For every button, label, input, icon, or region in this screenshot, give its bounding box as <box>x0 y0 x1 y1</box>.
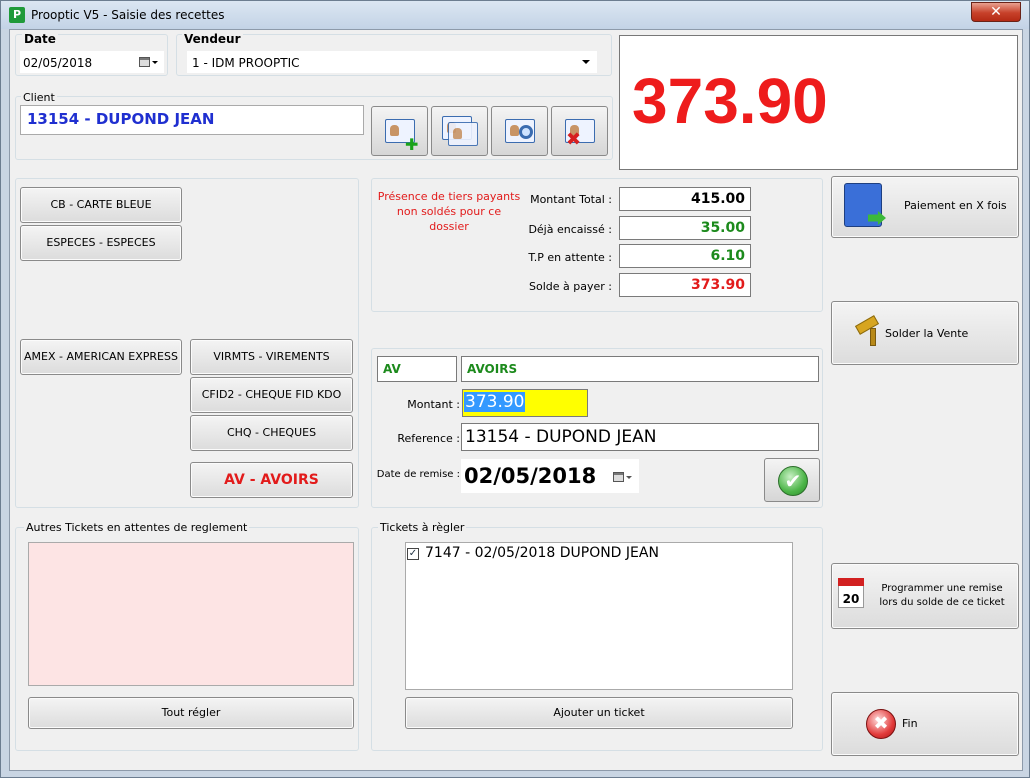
deja-encaisse-value: 35.00 <box>619 216 751 240</box>
tout-regler-button[interactable]: Tout régler <box>28 697 354 729</box>
fin-label: Fin <box>902 717 918 730</box>
vendeur-label: Vendeur <box>182 32 243 46</box>
vendeur-select[interactable]: 1 - IDM PROOPTIC <box>187 51 597 73</box>
entry-group: AV AVOIRS Montant : 373.90 Reference : 1… <box>371 348 823 508</box>
date-label: Date <box>22 32 58 46</box>
cb-button[interactable]: CB - CARTE BLEUE <box>20 187 182 223</box>
cfid2-label: CFID2 - CHEQUE FID KDO <box>201 388 342 401</box>
tickets-regler-list: ✓ 7147 - 02/05/2018 DUPOND JEAN <box>405 542 793 690</box>
vendeur-group: Vendeur 1 - IDM PROOPTIC <box>176 32 612 76</box>
montant-label: Montant : <box>407 398 460 411</box>
montant-input[interactable]: 373.90 <box>462 389 588 417</box>
av-label: AV - AVOIRS <box>224 472 319 488</box>
amex-button[interactable]: AMEX - AMERICAN EXPRESS <box>20 339 182 375</box>
paiement-x-fois-button[interactable]: Paiement en X fois <box>831 176 1019 238</box>
close-button[interactable]: ✕ <box>971 2 1021 22</box>
ajouter-ticket-label: Ajouter un ticket <box>553 706 645 719</box>
av-button[interactable]: AV - AVOIRS <box>190 462 353 498</box>
date-picker[interactable]: 02/05/2018 <box>20 51 164 73</box>
especes-label: ESPECES - ESPECES <box>46 236 156 249</box>
autres-tickets-title: Autres Tickets en attentes de reglement <box>24 521 250 534</box>
solde-value: 373.90 <box>619 273 751 297</box>
date-remise-value: 02/05/2018 <box>464 464 597 488</box>
reference-value: 13154 - DUPOND JEAN <box>465 427 657 447</box>
tp-attente-label: T.P en attente : <box>528 251 612 264</box>
remove-client-button[interactable]: ✖ <box>551 106 608 156</box>
ticket-label: 7147 - 02/05/2018 DUPOND JEAN <box>425 545 659 561</box>
magnifier-icon <box>519 125 533 139</box>
chq-label: CHQ - CHEQUES <box>226 426 317 439</box>
montant-value: 373.90 <box>464 392 526 412</box>
date-remise-picker[interactable]: 02/05/2018 <box>461 459 639 493</box>
autres-tickets-group: Autres Tickets en attentes de reglement … <box>15 521 359 751</box>
solder-vente-button[interactable]: Solder la Vente <box>831 301 1019 365</box>
client-field[interactable]: 13154 - DUPOND JEAN <box>20 105 364 135</box>
client-group: Client 13154 - DUPOND JEAN ✚ ✖ <box>15 91 613 160</box>
montant-total-label: Montant Total : <box>530 193 612 206</box>
ticket-checkbox[interactable]: ✓ <box>407 548 419 560</box>
solde-label: Solde à payer : <box>529 280 612 293</box>
plus-icon: ✚ <box>405 135 419 154</box>
main-window: P Prooptic V5 - Saisie des recettes ✕ Da… <box>0 0 1030 778</box>
card-icon <box>448 122 478 146</box>
chevron-down-icon <box>582 60 590 64</box>
autres-tickets-list[interactable] <box>28 542 354 686</box>
chq-button[interactable]: CHQ - CHEQUES <box>190 415 353 451</box>
client-label: Client <box>21 91 57 104</box>
reference-label: Reference : <box>397 432 460 445</box>
mode-code-field[interactable]: AV <box>377 356 457 382</box>
gavel-handle-icon <box>870 328 876 346</box>
cfid2-button[interactable]: CFID2 - CHEQUE FID KDO <box>190 377 353 413</box>
cb-label: CB - CARTE BLEUE <box>50 198 152 211</box>
validate-button[interactable]: ✔ <box>764 458 820 502</box>
chevron-down-icon <box>626 476 632 479</box>
reference-input[interactable]: 13154 - DUPOND JEAN <box>461 423 819 451</box>
date-group: Date 02/05/2018 <box>15 32 168 76</box>
paiement-x-fois-label: Paiement en X fois <box>904 199 1007 212</box>
virmts-button[interactable]: VIRMTS - VIREMENTS <box>190 339 353 375</box>
ajouter-ticket-button[interactable]: Ajouter un ticket <box>405 697 793 729</box>
tickets-regler-group: Tickets à règler ✓ 7147 - 02/05/2018 DUP… <box>371 521 823 751</box>
amount-display-panel: 373.90 <box>619 35 1018 170</box>
client-area: Date 02/05/2018 Vendeur 1 - IDM PROOPTIC… <box>9 29 1023 771</box>
delete-x-icon: ✖ <box>566 129 582 150</box>
tickets-regler-title: Tickets à règler <box>378 521 467 534</box>
window-title: Prooptic V5 - Saisie des recettes <box>31 8 225 22</box>
payment-modes-group: CB - CARTE BLEUE ESPECES - ESPECES AMEX … <box>15 178 359 508</box>
check-icon: ✔ <box>778 466 808 496</box>
app-icon: P <box>9 7 25 23</box>
close-circle-icon: ✖ <box>866 709 896 739</box>
mode-name-field: AVOIRS <box>461 356 819 382</box>
calendar-header-icon <box>838 578 864 586</box>
vendeur-value: 1 - IDM PROOPTIC <box>192 56 300 70</box>
title-bar: P Prooptic V5 - Saisie des recettes ✕ <box>1 1 1029 29</box>
summary-group: Présence de tiers payants non soldés pou… <box>371 178 823 312</box>
search-client-button[interactable] <box>491 106 548 156</box>
fin-button[interactable]: ✖ Fin <box>831 692 1019 756</box>
calendar-icon <box>139 57 150 67</box>
calendar-icon <box>613 472 624 482</box>
date-value: 02/05/2018 <box>23 56 93 70</box>
solder-vente-label: Solder la Vente <box>885 327 969 340</box>
programmer-remise-label: Programmer une remise lors du solde de c… <box>879 583 1005 608</box>
tout-regler-label: Tout régler <box>161 706 221 719</box>
amex-label: AMEX - AMERICAN EXPRESS <box>24 350 178 363</box>
deja-encaisse-label: Déjà encaissé : <box>528 223 612 236</box>
montant-total-value: 415.00 <box>619 187 751 211</box>
chevron-down-icon <box>152 61 158 64</box>
client-list-button[interactable] <box>431 106 488 156</box>
amount-display: 373.90 <box>632 65 828 137</box>
programmer-remise-button[interactable]: 20 Programmer une remise lors du solde d… <box>831 563 1019 629</box>
date-remise-label: Date de remise : <box>376 469 460 480</box>
especes-button[interactable]: ESPECES - ESPECES <box>20 225 182 261</box>
add-client-button[interactable]: ✚ <box>371 106 428 156</box>
client-value: 13154 - DUPOND JEAN <box>27 110 215 128</box>
virmts-label: VIRMTS - VIREMENTS <box>213 350 330 363</box>
tp-attente-value: 6.10 <box>619 244 751 268</box>
